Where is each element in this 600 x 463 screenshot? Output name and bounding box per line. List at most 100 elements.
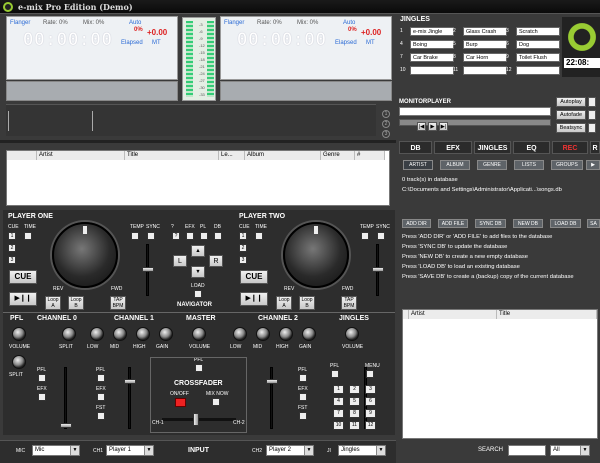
ch0-split-knob[interactable] <box>62 327 76 341</box>
jingle-slot[interactable] <box>463 66 507 75</box>
sync-button[interactable] <box>147 232 155 240</box>
time-mode-button[interactable] <box>24 232 32 240</box>
cue-point-1[interactable]: 1 <box>239 232 247 240</box>
load-button[interactable] <box>194 290 202 298</box>
save-db-button[interactable]: SA <box>587 219 600 228</box>
nav-left-button[interactable]: L <box>173 255 187 267</box>
channel-2-fader-handle[interactable] <box>266 379 278 384</box>
temp-button[interactable] <box>361 232 369 240</box>
ch1-gain-knob[interactable] <box>159 327 173 341</box>
pfl-volume-knob[interactable] <box>12 327 26 341</box>
ch1-mid-knob[interactable] <box>113 327 127 341</box>
jingle-slot[interactable]: Burp <box>463 40 507 49</box>
playlist-col-header[interactable]: Title <box>125 151 219 160</box>
elapsed-label[interactable]: Elapsed <box>335 40 357 46</box>
ch1-high-knob[interactable] <box>136 327 150 341</box>
playlist-col-header[interactable] <box>7 151 37 160</box>
auto-label[interactable]: Auto <box>343 20 355 26</box>
jingle-slot[interactable]: Toilet Flush <box>516 53 560 62</box>
ch0-efx-button[interactable] <box>38 393 46 401</box>
nav-pl-button[interactable] <box>200 232 208 240</box>
tab-jingles[interactable]: JINGLES <box>474 141 511 154</box>
jingle-slot[interactable]: e-mix Jingle <box>410 27 454 36</box>
mt-label[interactable]: MT <box>366 40 375 46</box>
tab-more[interactable]: R <box>590 141 600 154</box>
crossfader-track[interactable] <box>162 418 236 421</box>
ch1-efx-button[interactable] <box>97 393 105 401</box>
loop-a-button[interactable]: Loop A <box>45 296 61 310</box>
nav-down-button[interactable]: ▼ <box>191 266 205 278</box>
deck-select-2[interactable]: 2 <box>382 120 390 128</box>
add-file-button[interactable]: ADD FILE <box>438 219 468 228</box>
search-filter-select[interactable]: All ▼ <box>550 445 590 456</box>
ch0-pfl-button[interactable] <box>38 374 46 382</box>
jingle-slot[interactable] <box>410 66 454 75</box>
time-mode-button[interactable] <box>255 232 263 240</box>
jingle-pad-button[interactable]: 3 <box>365 385 376 394</box>
jog-wheel[interactable] <box>52 222 118 288</box>
tab-efx[interactable]: EFX <box>434 141 472 154</box>
ch2-fst-button[interactable] <box>299 412 307 420</box>
tab-rec[interactable]: REC <box>552 141 588 154</box>
results-table[interactable]: Artist Title <box>402 309 598 439</box>
loop-b-button[interactable]: Loop B <box>299 296 315 310</box>
db-genre-button[interactable]: GENRE <box>477 160 507 170</box>
play-pause-button[interactable]: ▶❙❙ <box>9 292 37 306</box>
mix-now-button[interactable] <box>212 398 220 406</box>
crossfader-handle[interactable] <box>193 413 199 426</box>
beatsync-button[interactable]: Beatsync <box>556 123 586 133</box>
cue-button[interactable]: CUE <box>240 270 268 284</box>
deck-two-waveform[interactable] <box>220 81 392 101</box>
channel-0-fader-handle[interactable] <box>60 423 72 428</box>
autoplay-button[interactable]: Autoplay <box>556 97 586 107</box>
mic-select[interactable]: Mic ▼ <box>32 445 80 456</box>
loop-b-button[interactable]: Loop B <box>68 296 84 310</box>
load-db-button[interactable]: LOAD DB <box>550 219 581 228</box>
pitch-slider-handle[interactable] <box>372 267 384 272</box>
jingle-pad-button[interactable]: 9 <box>365 409 376 418</box>
search-input[interactable] <box>508 445 546 456</box>
ch1-input-select[interactable]: Player 1 ▼ <box>106 445 154 456</box>
pfl-split-knob[interactable] <box>12 355 26 369</box>
pitch-slider-handle[interactable] <box>142 267 154 272</box>
cue-point-2[interactable]: 2 <box>8 244 16 252</box>
ch1-pfl-button[interactable] <box>97 374 105 382</box>
ch2-gain-knob[interactable] <box>302 327 316 341</box>
db-more-button[interactable]: ▶ <box>586 160 600 170</box>
deck-one-waveform[interactable] <box>6 81 178 101</box>
monitor-next-button[interactable]: ▶| <box>439 122 448 131</box>
db-album-button[interactable]: ALBUM <box>440 160 470 170</box>
jingles-volume-knob[interactable] <box>345 327 359 341</box>
add-dir-button[interactable]: ADD DIR <box>402 219 431 228</box>
loop-a-button[interactable]: Loop A <box>276 296 292 310</box>
ch2-high-knob[interactable] <box>279 327 293 341</box>
channel-2-fader-track[interactable] <box>270 367 273 429</box>
jingle-pad-button[interactable]: 7 <box>333 409 344 418</box>
elapsed-label[interactable]: Elapsed <box>121 40 143 46</box>
jingles-pfl-button[interactable] <box>331 370 339 378</box>
playlist-col-header[interactable]: Artist <box>37 151 125 160</box>
nav-db-button[interactable] <box>214 232 222 240</box>
deck-select-1[interactable]: 1 <box>382 110 390 118</box>
autofade-button[interactable]: Autofade <box>556 110 586 120</box>
jingle-pad-button[interactable]: 1 <box>333 385 344 394</box>
jingle-slot[interactable] <box>516 66 560 75</box>
tap-bpm-button[interactable]: TAP BPM <box>110 296 126 310</box>
db-groups-button[interactable]: GROUPS <box>551 160 583 170</box>
nav-up-button[interactable]: ▲ <box>191 245 205 257</box>
autofade-value[interactable] <box>588 110 596 120</box>
ch1-fst-button[interactable] <box>97 412 105 420</box>
cue-point-1[interactable]: 1 <box>8 232 16 240</box>
jingle-pad-button[interactable]: 5 <box>349 397 360 406</box>
jingle-pad-button[interactable]: 2 <box>349 385 360 394</box>
jog-wheel[interactable] <box>283 222 349 288</box>
tab-eq[interactable]: EQ <box>513 141 550 154</box>
play-pause-button[interactable]: ▶❙❙ <box>240 292 268 306</box>
results-col-artist[interactable]: Artist <box>409 310 497 319</box>
playlist-col-header[interactable]: # <box>355 151 385 160</box>
temp-button[interactable] <box>131 232 139 240</box>
jingles-menu-button[interactable] <box>366 370 374 378</box>
cue-point-2[interactable]: 2 <box>239 244 247 252</box>
new-db-button[interactable]: NEW DB <box>513 219 543 228</box>
beatsync-value[interactable] <box>588 123 596 133</box>
